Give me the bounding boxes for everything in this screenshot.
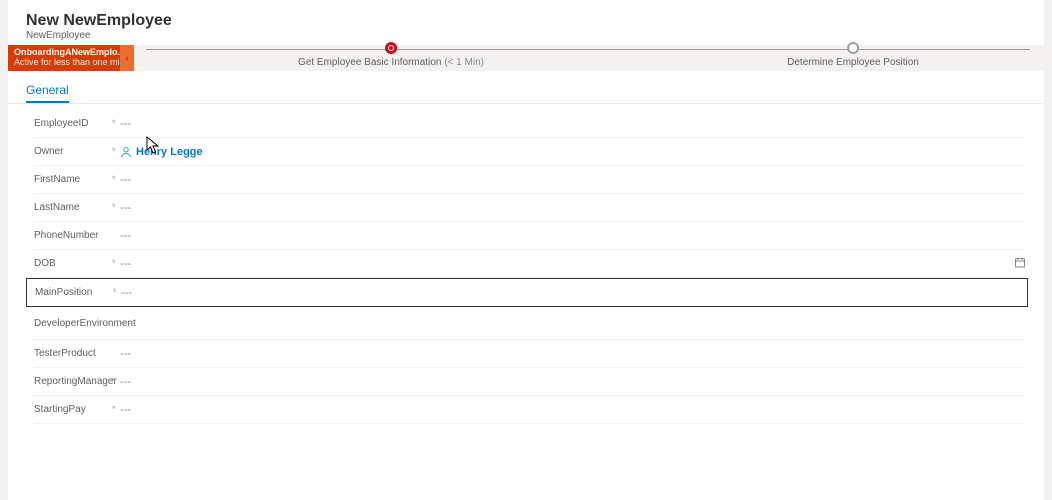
bpf-flow-status: Active for less than one mi...	[14, 57, 116, 67]
field-value[interactable]: ---	[120, 376, 1026, 388]
required-mark	[112, 235, 120, 237]
page-title: New NewEmployee	[26, 12, 1026, 30]
required-mark	[112, 322, 120, 324]
field-value[interactable]: ---	[120, 230, 1026, 242]
field-label: ReportingManager	[34, 376, 112, 387]
field-value[interactable]: Henry Legge	[120, 146, 1026, 158]
bpf-node-icon	[847, 42, 859, 54]
field-value[interactable]: ---	[120, 258, 1026, 270]
field-label: FirstName	[34, 174, 112, 185]
field-label: Owner	[34, 146, 112, 157]
field-value[interactable]: ---	[121, 287, 1027, 299]
field-label: DeveloperEnvironment	[34, 318, 112, 329]
page-root: New NewEmployee NewEmployee OnboardingAN…	[8, 0, 1044, 500]
bpf-flow-tag[interactable]: OnboardingANewEmplo... Active for less t…	[8, 45, 120, 71]
calendar-icon[interactable]	[1014, 256, 1026, 271]
field-developer-environment[interactable]: DeveloperEnvironment ---	[34, 307, 1026, 340]
field-tester-product[interactable]: TesterProduct ---	[34, 340, 1026, 368]
bpf-stage-time: (< 1 Min)	[444, 57, 484, 68]
bpf-stage-label: Get Employee Basic Information (< 1 Min)	[298, 57, 484, 68]
required-mark: *	[112, 404, 120, 416]
field-value[interactable]: ---	[120, 118, 1026, 130]
bpf-stage-text: Get Employee Basic Information	[298, 57, 441, 68]
required-mark: *	[113, 287, 121, 299]
field-employee-id[interactable]: EmployeeID * ---	[34, 110, 1026, 138]
bpf-stage-text: Determine Employee Position	[787, 57, 919, 68]
bpf-node-dot-icon	[389, 46, 393, 50]
person-icon	[120, 146, 132, 158]
required-mark: *	[112, 202, 120, 214]
entity-name: NewEmployee	[26, 30, 1026, 41]
business-process-bar: OnboardingANewEmplo... Active for less t…	[8, 45, 1044, 71]
bpf-node-active-icon	[385, 42, 397, 54]
form-tabs: General	[8, 71, 1044, 104]
field-value[interactable]: ---	[120, 317, 1026, 329]
required-mark: *	[112, 118, 120, 130]
required-mark: *	[112, 376, 120, 388]
field-phone-number[interactable]: PhoneNumber ---	[34, 222, 1026, 250]
bpf-stage-basic-info[interactable]: Get Employee Basic Information (< 1 Min)	[298, 42, 484, 68]
bpf-stage-position[interactable]: Determine Employee Position	[787, 42, 919, 68]
field-label: PhoneNumber	[34, 230, 112, 241]
form-header: New NewEmployee NewEmployee	[8, 0, 1044, 45]
field-value[interactable]: ---	[120, 404, 1026, 416]
form-body: EmployeeID * --- Owner * Henry Legge Fir…	[8, 104, 1044, 424]
required-mark: *	[112, 174, 120, 186]
field-label: DOB	[34, 258, 112, 269]
field-value[interactable]: ---	[120, 202, 1026, 214]
field-reporting-manager[interactable]: ReportingManager * ---	[34, 368, 1026, 396]
tab-general[interactable]: General	[26, 79, 69, 103]
chevron-left-icon: ‹	[125, 53, 128, 64]
bpf-collapse-button[interactable]: ‹	[120, 45, 134, 71]
required-mark	[112, 353, 120, 355]
bpf-stage-label: Determine Employee Position	[787, 57, 919, 68]
field-dob[interactable]: DOB * ---	[34, 250, 1026, 278]
field-main-position[interactable]: MainPosition * ---	[26, 278, 1028, 307]
bpf-flow-name: OnboardingANewEmplo...	[14, 47, 116, 57]
owner-name-link[interactable]: Henry Legge	[136, 146, 203, 158]
field-label: TesterProduct	[34, 348, 112, 359]
required-mark: *	[112, 258, 120, 270]
field-value[interactable]: ---	[120, 348, 1026, 360]
required-mark: *	[112, 146, 120, 158]
field-value[interactable]: ---	[120, 174, 1026, 186]
field-owner[interactable]: Owner * Henry Legge	[34, 138, 1026, 166]
field-label: LastName	[34, 202, 112, 213]
field-starting-pay[interactable]: StartingPay * ---	[34, 396, 1026, 424]
field-first-name[interactable]: FirstName * ---	[34, 166, 1026, 194]
field-last-name[interactable]: LastName * ---	[34, 194, 1026, 222]
field-label: MainPosition	[35, 287, 113, 298]
field-label: EmployeeID	[34, 118, 112, 129]
field-label: StartingPay	[34, 404, 112, 415]
